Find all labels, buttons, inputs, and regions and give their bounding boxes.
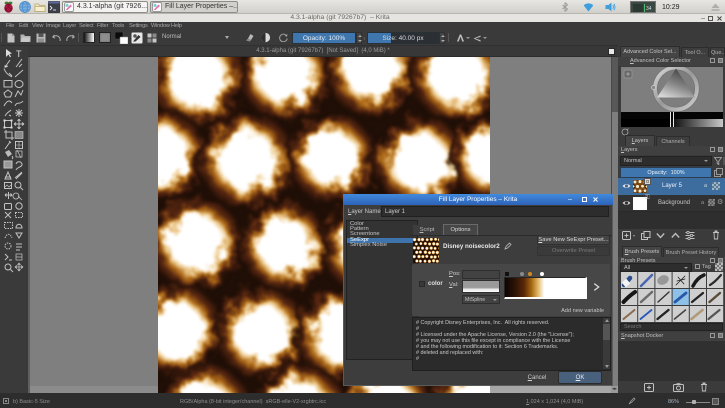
svg-text:T: T	[16, 49, 22, 59]
